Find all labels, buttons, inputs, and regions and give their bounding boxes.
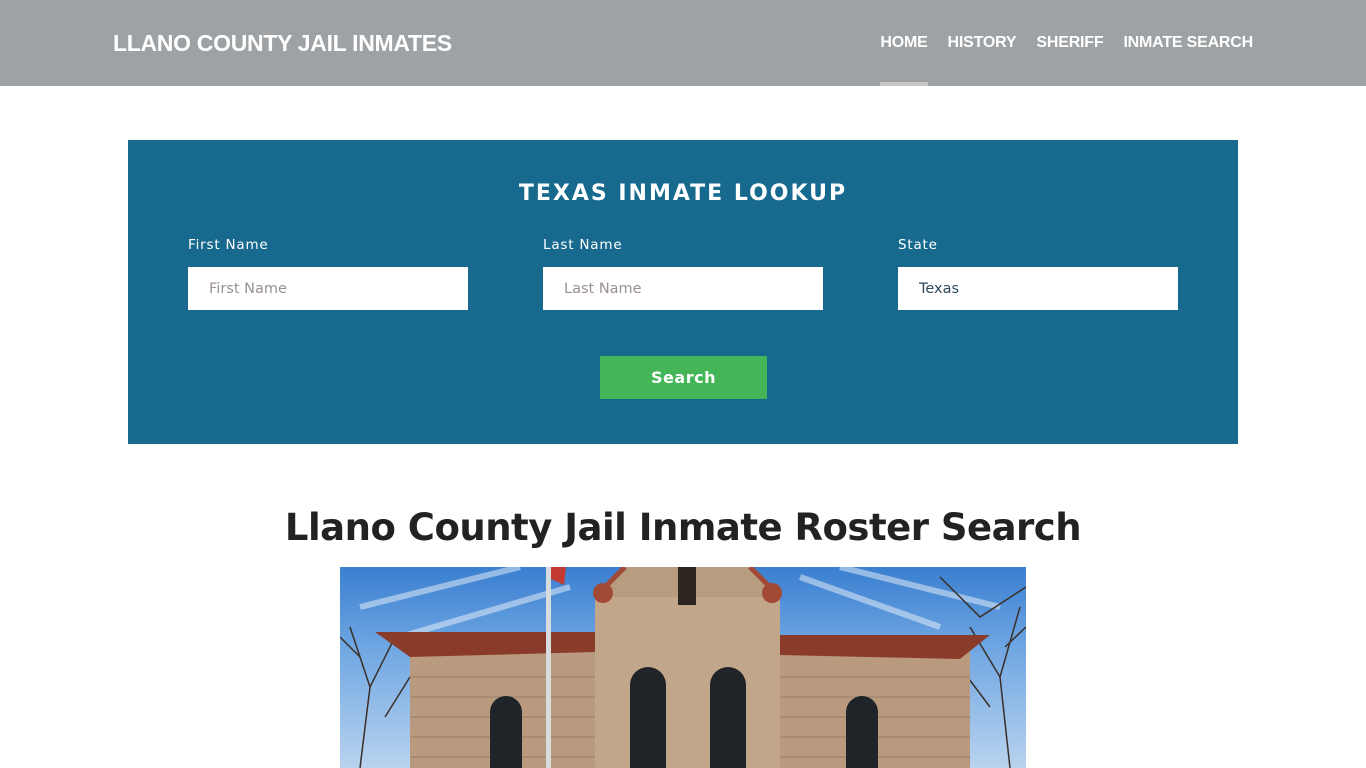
jail-building-illustration [340, 567, 1026, 768]
star-medallion-left [593, 583, 613, 603]
site-brand-link[interactable]: LLANO COUNTY JAIL INMATES [113, 30, 452, 57]
inmate-lookup-panel: TEXAS INMATE LOOKUP First Name Last Name… [128, 140, 1238, 444]
first-name-label: First Name [188, 237, 269, 253]
lookup-title: TEXAS INMATE LOOKUP [518, 181, 848, 206]
roof-eave-right [780, 635, 990, 659]
state-label: State [898, 237, 938, 253]
star-medallion-right [762, 583, 782, 603]
main-nav: HOME HISTORY SHERIFF INMATE SEARCH [880, 34, 1253, 86]
nav-history[interactable]: HISTORY [948, 34, 1017, 86]
jail-building-image [340, 567, 1026, 768]
nav-home[interactable]: HOME [880, 34, 928, 86]
last-name-field: Last Name [543, 237, 823, 310]
tower-vent [678, 567, 696, 605]
page-heading: Llano County Jail Inmate Roster Search [284, 506, 1082, 549]
last-name-label: Last Name [543, 237, 623, 253]
search-button[interactable]: Search [600, 356, 767, 399]
flag [551, 567, 566, 585]
flagpole [546, 567, 551, 768]
central-tower [595, 587, 780, 768]
nav-inmate-search[interactable]: INMATE SEARCH [1123, 34, 1253, 86]
state-input[interactable] [898, 267, 1178, 310]
state-field: State [898, 237, 1178, 310]
first-name-input[interactable] [188, 267, 468, 310]
nav-sheriff[interactable]: SHERIFF [1036, 34, 1103, 86]
first-name-field: First Name [188, 237, 468, 310]
last-name-input[interactable] [543, 267, 823, 310]
top-navbar: LLANO COUNTY JAIL INMATES HOME HISTORY S… [0, 0, 1366, 86]
